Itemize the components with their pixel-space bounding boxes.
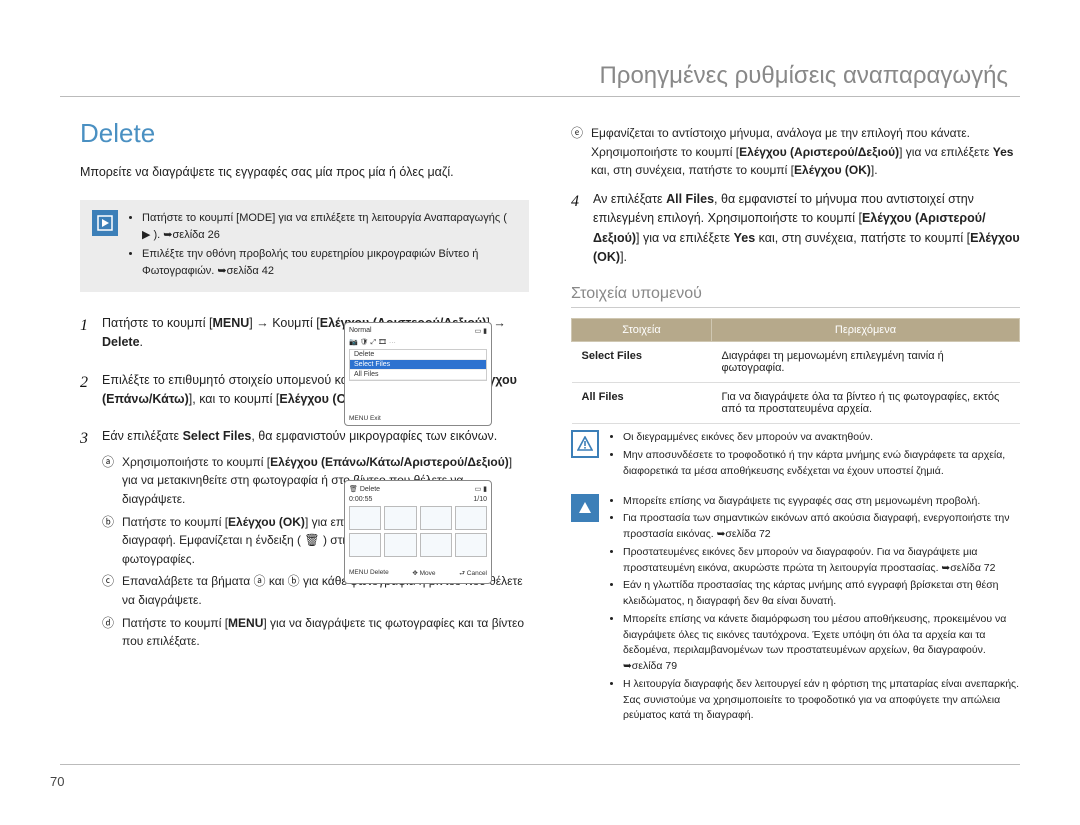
info-item: Μπορείτε επίσης να διαγράψετε τις εγγραφ… [623,494,1020,510]
info-item: Εάν η γλωττίδα προστασίας της κάρτας μνή… [623,578,1020,610]
battery-icon: ▭ ▮ [475,327,487,335]
step-4-text: Αν επιλέξατε All Files, θα εμφανιστεί το… [593,192,1020,264]
table-head-contents: Περιεχόμενα [712,319,1020,342]
table-key: All Files [572,383,712,424]
shot2-count: 1/10 [473,496,487,503]
warn-item: Οι διεγραμμένες εικόνες δεν μπορούν να α… [623,430,1020,446]
circle-marker: ⓒ [102,572,114,591]
page-header-title: Προηγμένες ρυθμίσεις αναπαραγωγής [599,62,1008,90]
info-box: Μπορείτε επίσης να διαγράψετε τις εγγραφ… [571,488,1020,733]
shot2-title: Delete [360,486,380,493]
menu-item: Select Files [350,360,486,370]
shot1-title: Normal [349,327,372,335]
circle-marker: ⓑ [102,513,114,532]
step-4: Αν επιλέξατε All Files, θα εμφανιστεί το… [571,190,1020,268]
note-item: Επιλέξτε την οθόνη προβολής του ευρετηρί… [142,246,517,280]
table-key: Select Files [572,342,712,383]
table-val: Για να διαγράψετε όλα τα βίντεο ή τις φω… [712,383,1020,424]
info-icon [571,494,599,522]
play-icon [92,210,118,236]
thumb [384,506,416,530]
submenu-table: Στοιχεία Περιεχόμενα Select Files Διαγρά… [571,318,1020,424]
shot2-time: 0:00:55 [349,496,372,503]
battery-icon: ▭ ▮ [475,485,487,493]
step-3e: ⓔ Εμφανίζεται το αντίστοιχο μήνυμα, ανάλο… [571,124,1020,180]
camera-screenshot-thumbs: 🗑 Delete▭ ▮ 0:00:551/10 MENU Delete✥ Mov… [344,480,492,584]
menu-item: Delete [350,350,486,360]
camera-screenshot-menu: Normal▭ ▮ 📷 🛡 ⤢ 🎞 ⋯ DeleteSelect FilesAl… [344,322,492,426]
info-item: Η λειτουργία διαγραφής δεν λειτουργεί εά… [623,677,1020,724]
header-rule [60,96,1020,97]
table-head-items: Στοιχεία [572,319,712,342]
thumb [349,506,381,530]
thumb [455,533,487,557]
thumb [420,533,452,557]
page-number: 70 [50,774,64,789]
thumb [420,506,452,530]
circle-marker: ⓐ [102,453,114,472]
note-item: Πατήστε το κουμπί [MODE] για να επιλέξετ… [142,210,517,244]
shot2-footL: MENU Delete [349,569,389,580]
note-box: Πατήστε το κουμπί [MODE] για να επιλέξετ… [80,200,529,292]
intro-text: Μπορείτε να διαγράψετε τις εγγραφές σας … [80,163,529,182]
thumb [349,533,381,557]
ministep: ⓓΠατήστε το κουμπί [MENU] για να διαγράψ… [102,614,529,651]
footer-rule [60,764,1020,765]
circle-marker: ⓓ [102,614,114,633]
circle-e-marker: ⓔ [571,124,583,143]
thumb [455,506,487,530]
warn-item: Μην αποσυνδέσετε το τροφοδοτικό ή την κά… [623,448,1020,480]
submenu-heading: Στοιχεία υπομενού [571,285,1020,308]
step-3e-text: Εμφανίζεται το αντίστοιχο μήνυμα, ανάλογ… [591,126,1013,177]
shot2-footM: ✥ Move [412,569,435,580]
warning-box: Οι διεγραμμένες εικόνες δεν μπορούν να α… [571,424,1020,487]
shot1-foot: MENU Exit [349,415,381,422]
step-3-text: Εάν επιλέξατε Select Files, θα εμφανιστο… [102,429,497,443]
warning-icon [571,430,599,458]
section-title: Delete [80,118,529,149]
menu-item: All Files [350,370,486,380]
thumb [384,533,416,557]
table-row: All Files Για να διαγράψετε όλα τα βίντε… [572,383,1020,424]
info-item: Προστατευμένες εικόνες δεν μπορούν να δι… [623,545,1020,577]
table-val: Διαγράφει τη μεμονωμένη επιλεγμένη ταινί… [712,342,1020,383]
table-row: Select Files Διαγράφει τη μεμονωμένη επι… [572,342,1020,383]
info-item: Για προστασία των σημαντικών εικόνων από… [623,511,1020,543]
shot2-footR: ⮐ Cancel [459,569,487,580]
info-item: Μπορείτε επίσης να κάνετε διαμόρφωση του… [623,612,1020,675]
